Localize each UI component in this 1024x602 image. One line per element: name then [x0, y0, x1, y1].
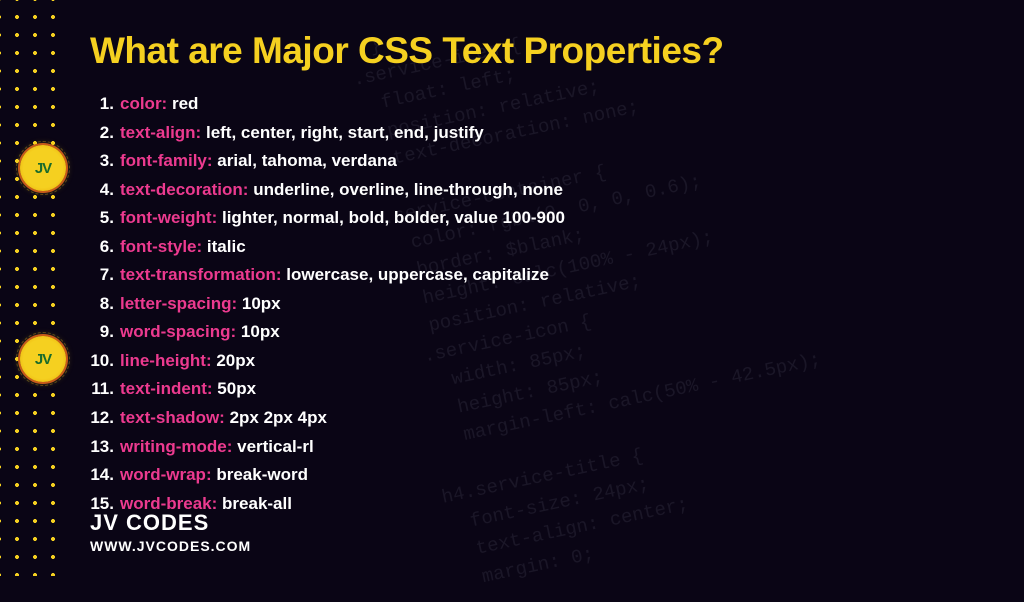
property-name: word-wrap: [120, 465, 212, 484]
page-title: What are Major CSS Text Properties? [90, 30, 970, 72]
property-name: line-height: [120, 351, 212, 370]
property-name: word-spacing: [120, 322, 236, 341]
property-value: italic [207, 237, 246, 256]
property-name: writing-mode: [120, 437, 232, 456]
property-name: font-weight: [120, 208, 217, 227]
brand-url: WWW.JVCODES.COM [90, 538, 251, 554]
property-value: vertical-rl [237, 437, 314, 456]
list-item: font-family: arial, tahoma, verdana [90, 147, 970, 176]
property-name: color: [120, 94, 167, 113]
property-value: 10px [242, 294, 281, 313]
list-item: color: red [90, 90, 970, 119]
jv-logo-badge: JV [20, 336, 66, 382]
property-name: letter-spacing: [120, 294, 237, 313]
brand-name: JV CODES [90, 510, 251, 536]
property-value: 20px [216, 351, 255, 370]
property-name: text-indent: [120, 379, 213, 398]
property-value: 50px [217, 379, 256, 398]
list-item: text-transformation: lowercase, uppercas… [90, 261, 970, 290]
property-value: lowercase, uppercase, capitalize [286, 265, 549, 284]
list-item: text-align: left, center, right, start, … [90, 119, 970, 148]
property-value: red [172, 94, 198, 113]
property-name: text-shadow: [120, 408, 225, 427]
list-item: word-spacing: 10px [90, 318, 970, 347]
footer: JV CODES WWW.JVCODES.COM [90, 510, 251, 554]
property-value: left, center, right, start, end, justify [206, 123, 484, 142]
property-value: break-word [216, 465, 308, 484]
list-item: line-height: 20px [90, 347, 970, 376]
jv-logo-badge: JV [20, 145, 66, 191]
list-item: writing-mode: vertical-rl [90, 433, 970, 462]
list-item: text-decoration: underline, overline, li… [90, 176, 970, 205]
property-name: text-transformation: [120, 265, 282, 284]
property-name: text-decoration: [120, 180, 248, 199]
list-item: text-shadow: 2px 2px 4px [90, 404, 970, 433]
list-item: word-wrap: break-word [90, 461, 970, 490]
dot-pattern-decoration [0, 0, 60, 576]
list-item: text-indent: 50px [90, 375, 970, 404]
property-name: text-align: [120, 123, 201, 142]
list-item: font-weight: lighter, normal, bold, bold… [90, 204, 970, 233]
list-item: letter-spacing: 10px [90, 290, 970, 319]
list-item: font-style: italic [90, 233, 970, 262]
property-value: underline, overline, line-through, none [253, 180, 563, 199]
property-name: font-style: [120, 237, 202, 256]
property-name: font-family: [120, 151, 213, 170]
main-content: What are Major CSS Text Properties? colo… [90, 30, 970, 518]
property-value: 2px 2px 4px [230, 408, 327, 427]
properties-list: color: red text-align: left, center, rig… [90, 90, 970, 518]
property-value: arial, tahoma, verdana [217, 151, 397, 170]
property-value: lighter, normal, bold, bolder, value 100… [222, 208, 565, 227]
property-value: 10px [241, 322, 280, 341]
